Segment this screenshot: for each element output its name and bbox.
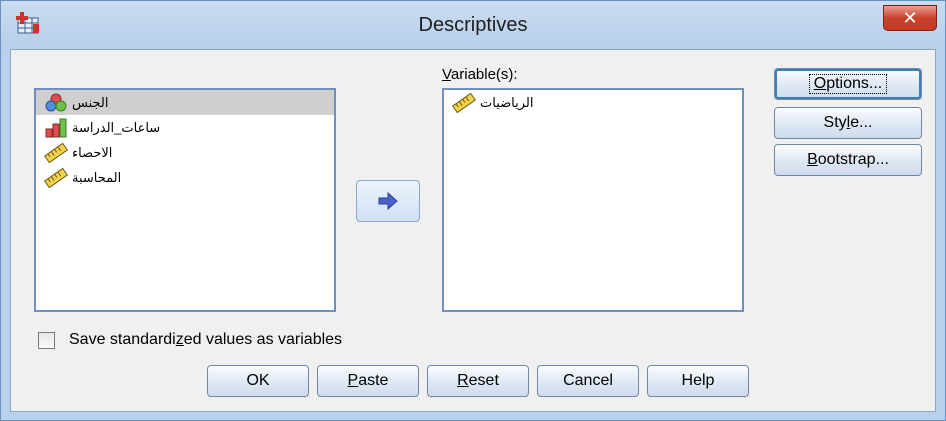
variable-label: المحاسبة — [72, 169, 122, 185]
cancel-button-label: Cancel — [563, 372, 613, 389]
help-button-label: Help — [681, 372, 715, 389]
options-button[interactable]: Options... — [774, 68, 922, 100]
variable-label: ساعات_الدراسة — [72, 119, 161, 135]
close-button[interactable]: ✕ — [883, 5, 937, 31]
ok-button[interactable]: OK — [207, 365, 309, 397]
list-item[interactable]: الاحصاء — [36, 140, 334, 165]
variable-label: الاحصاء — [72, 144, 113, 160]
save-standardized-label: Save standardized values as variables — [69, 331, 343, 348]
save-standardized-row[interactable]: Save standardized values as variables — [38, 330, 342, 350]
bootstrap-button-label: Bootstrap... — [807, 151, 889, 168]
dialog-body: الجنس ساعات_الدراسة الاحصاء المحاسبة Var… — [10, 49, 936, 412]
list-item[interactable]: ساعات_الدراسة — [36, 115, 334, 140]
target-variable-list[interactable]: الرياضيات — [442, 88, 744, 312]
scale-variable-icon — [44, 167, 68, 188]
scale-variable-icon — [452, 92, 476, 113]
descriptives-dialog: Descriptives ✕ الجنس ساعات_الدراسة الاحص… — [0, 0, 946, 421]
variables-label: Variable(s): — [442, 66, 518, 83]
nominal-variable-icon — [45, 93, 67, 111]
window-title: Descriptives — [418, 14, 528, 36]
paste-button-label: Paste — [347, 372, 389, 389]
right-arrow-icon — [378, 192, 398, 210]
ordinal-variable-icon — [45, 118, 67, 137]
options-button-label: Options... — [808, 74, 888, 94]
variable-label: الجنس — [72, 94, 109, 110]
save-standardized-checkbox[interactable] — [38, 331, 55, 349]
source-variable-list[interactable]: الجنس ساعات_الدراسة الاحصاء المحاسبة — [34, 88, 336, 312]
move-variable-button[interactable] — [356, 180, 420, 222]
reset-button-label: Reset — [457, 372, 499, 389]
close-icon: ✕ — [902, 7, 918, 28]
scale-variable-icon — [44, 142, 68, 163]
ok-button-label: OK — [246, 372, 270, 389]
bootstrap-button[interactable]: Bootstrap... — [774, 144, 922, 176]
variable-label: الرياضيات — [480, 94, 534, 110]
help-button[interactable]: Help — [647, 365, 749, 397]
title-bar[interactable]: Descriptives ✕ — [1, 1, 945, 49]
style-button[interactable]: Style... — [774, 107, 922, 139]
list-item[interactable]: الجنس — [36, 90, 334, 115]
list-item[interactable]: الرياضيات — [444, 90, 742, 115]
cancel-button[interactable]: Cancel — [537, 365, 639, 397]
list-item[interactable]: المحاسبة — [36, 165, 334, 190]
reset-button[interactable]: Reset — [427, 365, 529, 397]
paste-button[interactable]: Paste — [317, 365, 419, 397]
style-button-label: Style... — [823, 114, 873, 131]
